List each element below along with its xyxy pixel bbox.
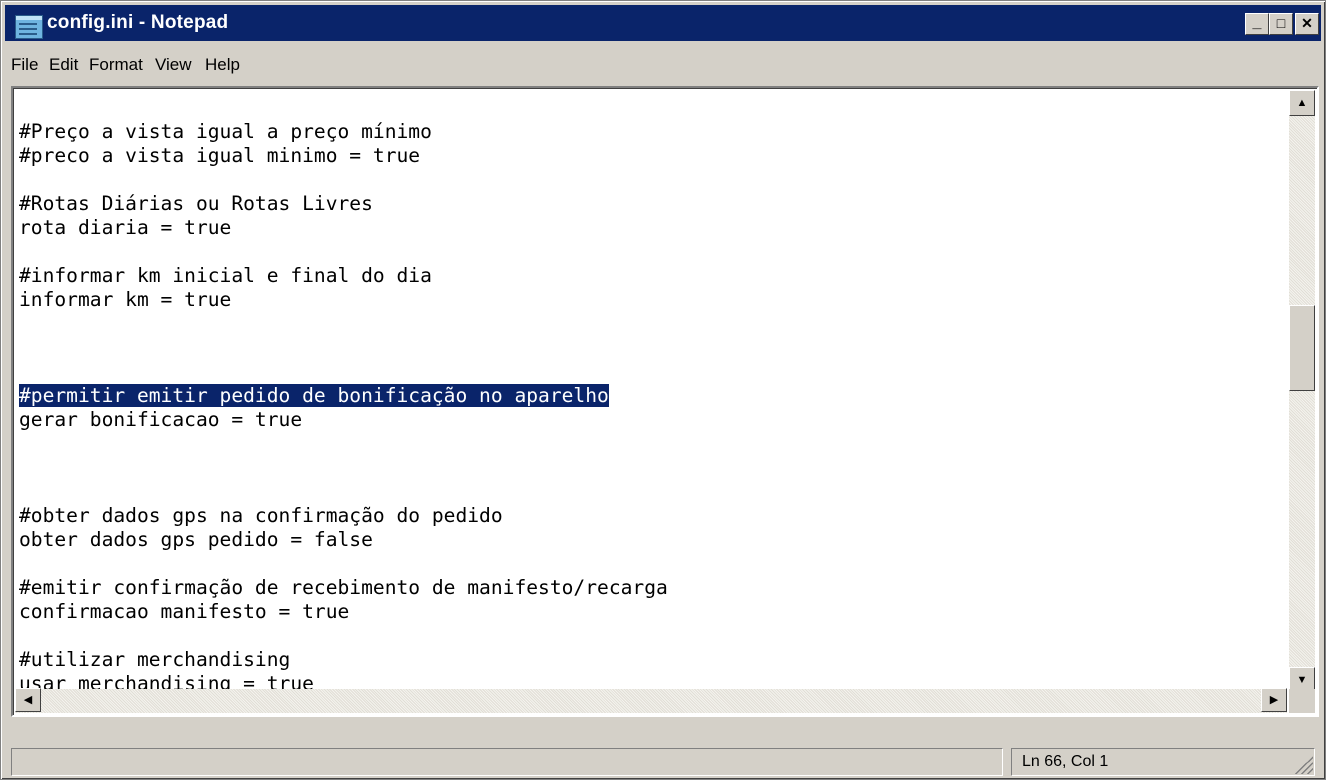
line-text: #informar km inicial e final do dia bbox=[19, 264, 432, 287]
resize-grip-icon[interactable] bbox=[1293, 754, 1313, 774]
text-line[interactable]: rota diaria = true bbox=[19, 216, 1279, 240]
text-line[interactable] bbox=[19, 552, 1279, 576]
text-line[interactable]: obter dados gps pedido = false bbox=[19, 528, 1279, 552]
status-pane-main bbox=[11, 748, 1003, 776]
line-text: #emitir confirmação de recebimento de ma… bbox=[19, 576, 668, 599]
close-button[interactable]: ✕ bbox=[1295, 13, 1319, 35]
text-line[interactable] bbox=[19, 624, 1279, 648]
horizontal-scrollbar[interactable]: ◀ ▶ bbox=[15, 688, 1287, 713]
line-text: confirmacao manifesto = true bbox=[19, 600, 350, 623]
text-line[interactable]: #emitir confirmação de recebimento de ma… bbox=[19, 576, 1279, 600]
vertical-scroll-thumb[interactable] bbox=[1289, 305, 1315, 391]
status-bar: Ln 66, Col 1 bbox=[11, 748, 1315, 776]
text-line[interactable]: gerar bonificacao = true bbox=[19, 408, 1279, 432]
notepad-icon bbox=[15, 15, 43, 39]
text-line[interactable]: confirmacao manifesto = true bbox=[19, 600, 1279, 624]
selected-text: #permitir emitir pedido de bonificação n… bbox=[19, 384, 609, 407]
text-line[interactable]: #utilizar merchandising bbox=[19, 648, 1279, 672]
cursor-position: Ln 66, Col 1 bbox=[1022, 753, 1109, 770]
scroll-up-icon[interactable]: ▲ bbox=[1289, 90, 1315, 116]
line-text: #preco a vista igual minimo = true bbox=[19, 144, 421, 167]
maximize-button[interactable]: □ bbox=[1269, 13, 1293, 35]
vertical-scrollbar[interactable]: ▲ ▼ bbox=[1289, 90, 1315, 693]
line-text: #obter dados gps na confirmação do pedid… bbox=[19, 504, 503, 527]
line-text: #utilizar merchandising bbox=[19, 648, 291, 671]
text-line[interactable]: #Preço a vista igual a preço mínimo bbox=[19, 120, 1279, 144]
menu-format[interactable]: Format bbox=[89, 55, 143, 75]
text-line[interactable] bbox=[19, 168, 1279, 192]
window-title: config.ini - Notepad bbox=[47, 12, 229, 33]
text-line[interactable]: informar km = true bbox=[19, 288, 1279, 312]
minimize-button[interactable]: _ bbox=[1245, 13, 1269, 35]
status-pane-position: Ln 66, Col 1 bbox=[1011, 748, 1315, 776]
text-line[interactable]: #permitir emitir pedido de bonificação n… bbox=[19, 384, 1279, 408]
menu-view[interactable]: View bbox=[155, 55, 192, 75]
text-line[interactable]: #preco a vista igual minimo = true bbox=[19, 144, 1279, 168]
menu-edit[interactable]: Edit bbox=[49, 55, 78, 75]
title-bar[interactable]: config.ini - Notepad _ □ ✕ bbox=[5, 5, 1321, 41]
notepad-window: config.ini - Notepad _ □ ✕ File Edit For… bbox=[0, 0, 1326, 780]
line-text: gerar bonificacao = true bbox=[19, 408, 303, 431]
menu-bar: File Edit Format View Help bbox=[5, 45, 1321, 87]
text-line[interactable] bbox=[19, 432, 1279, 456]
line-text: rota diaria = true bbox=[19, 216, 232, 239]
text-line[interactable] bbox=[19, 240, 1279, 264]
line-text: #Preço a vista igual a preço mínimo bbox=[19, 120, 432, 143]
text-line[interactable]: #informar km inicial e final do dia bbox=[19, 264, 1279, 288]
text-line[interactable] bbox=[19, 360, 1279, 384]
text-line[interactable] bbox=[19, 336, 1279, 360]
scroll-right-icon[interactable]: ▶ bbox=[1261, 688, 1287, 712]
line-text: obter dados gps pedido = false bbox=[19, 528, 373, 551]
text-editor[interactable]: #Preço a vista igual a preço mínimo #prec… bbox=[11, 86, 1319, 717]
scrollbar-corner bbox=[1289, 689, 1315, 713]
text-line[interactable] bbox=[19, 312, 1279, 336]
line-text: #Rotas Diárias ou Rotas Livres bbox=[19, 192, 373, 215]
line-text: informar km = true bbox=[19, 288, 232, 311]
menu-help[interactable]: Help bbox=[205, 55, 240, 75]
scroll-left-icon[interactable]: ◀ bbox=[15, 688, 41, 712]
text-line[interactable] bbox=[19, 456, 1279, 480]
text-content[interactable]: #Preço a vista igual a preço mínimo #prec… bbox=[19, 96, 1279, 696]
text-line[interactable]: #obter dados gps na confirmação do pedid… bbox=[19, 504, 1279, 528]
menu-file[interactable]: File bbox=[11, 55, 38, 75]
text-line[interactable] bbox=[19, 480, 1279, 504]
text-line[interactable]: #Rotas Diárias ou Rotas Livres bbox=[19, 192, 1279, 216]
text-line[interactable] bbox=[19, 96, 1279, 120]
